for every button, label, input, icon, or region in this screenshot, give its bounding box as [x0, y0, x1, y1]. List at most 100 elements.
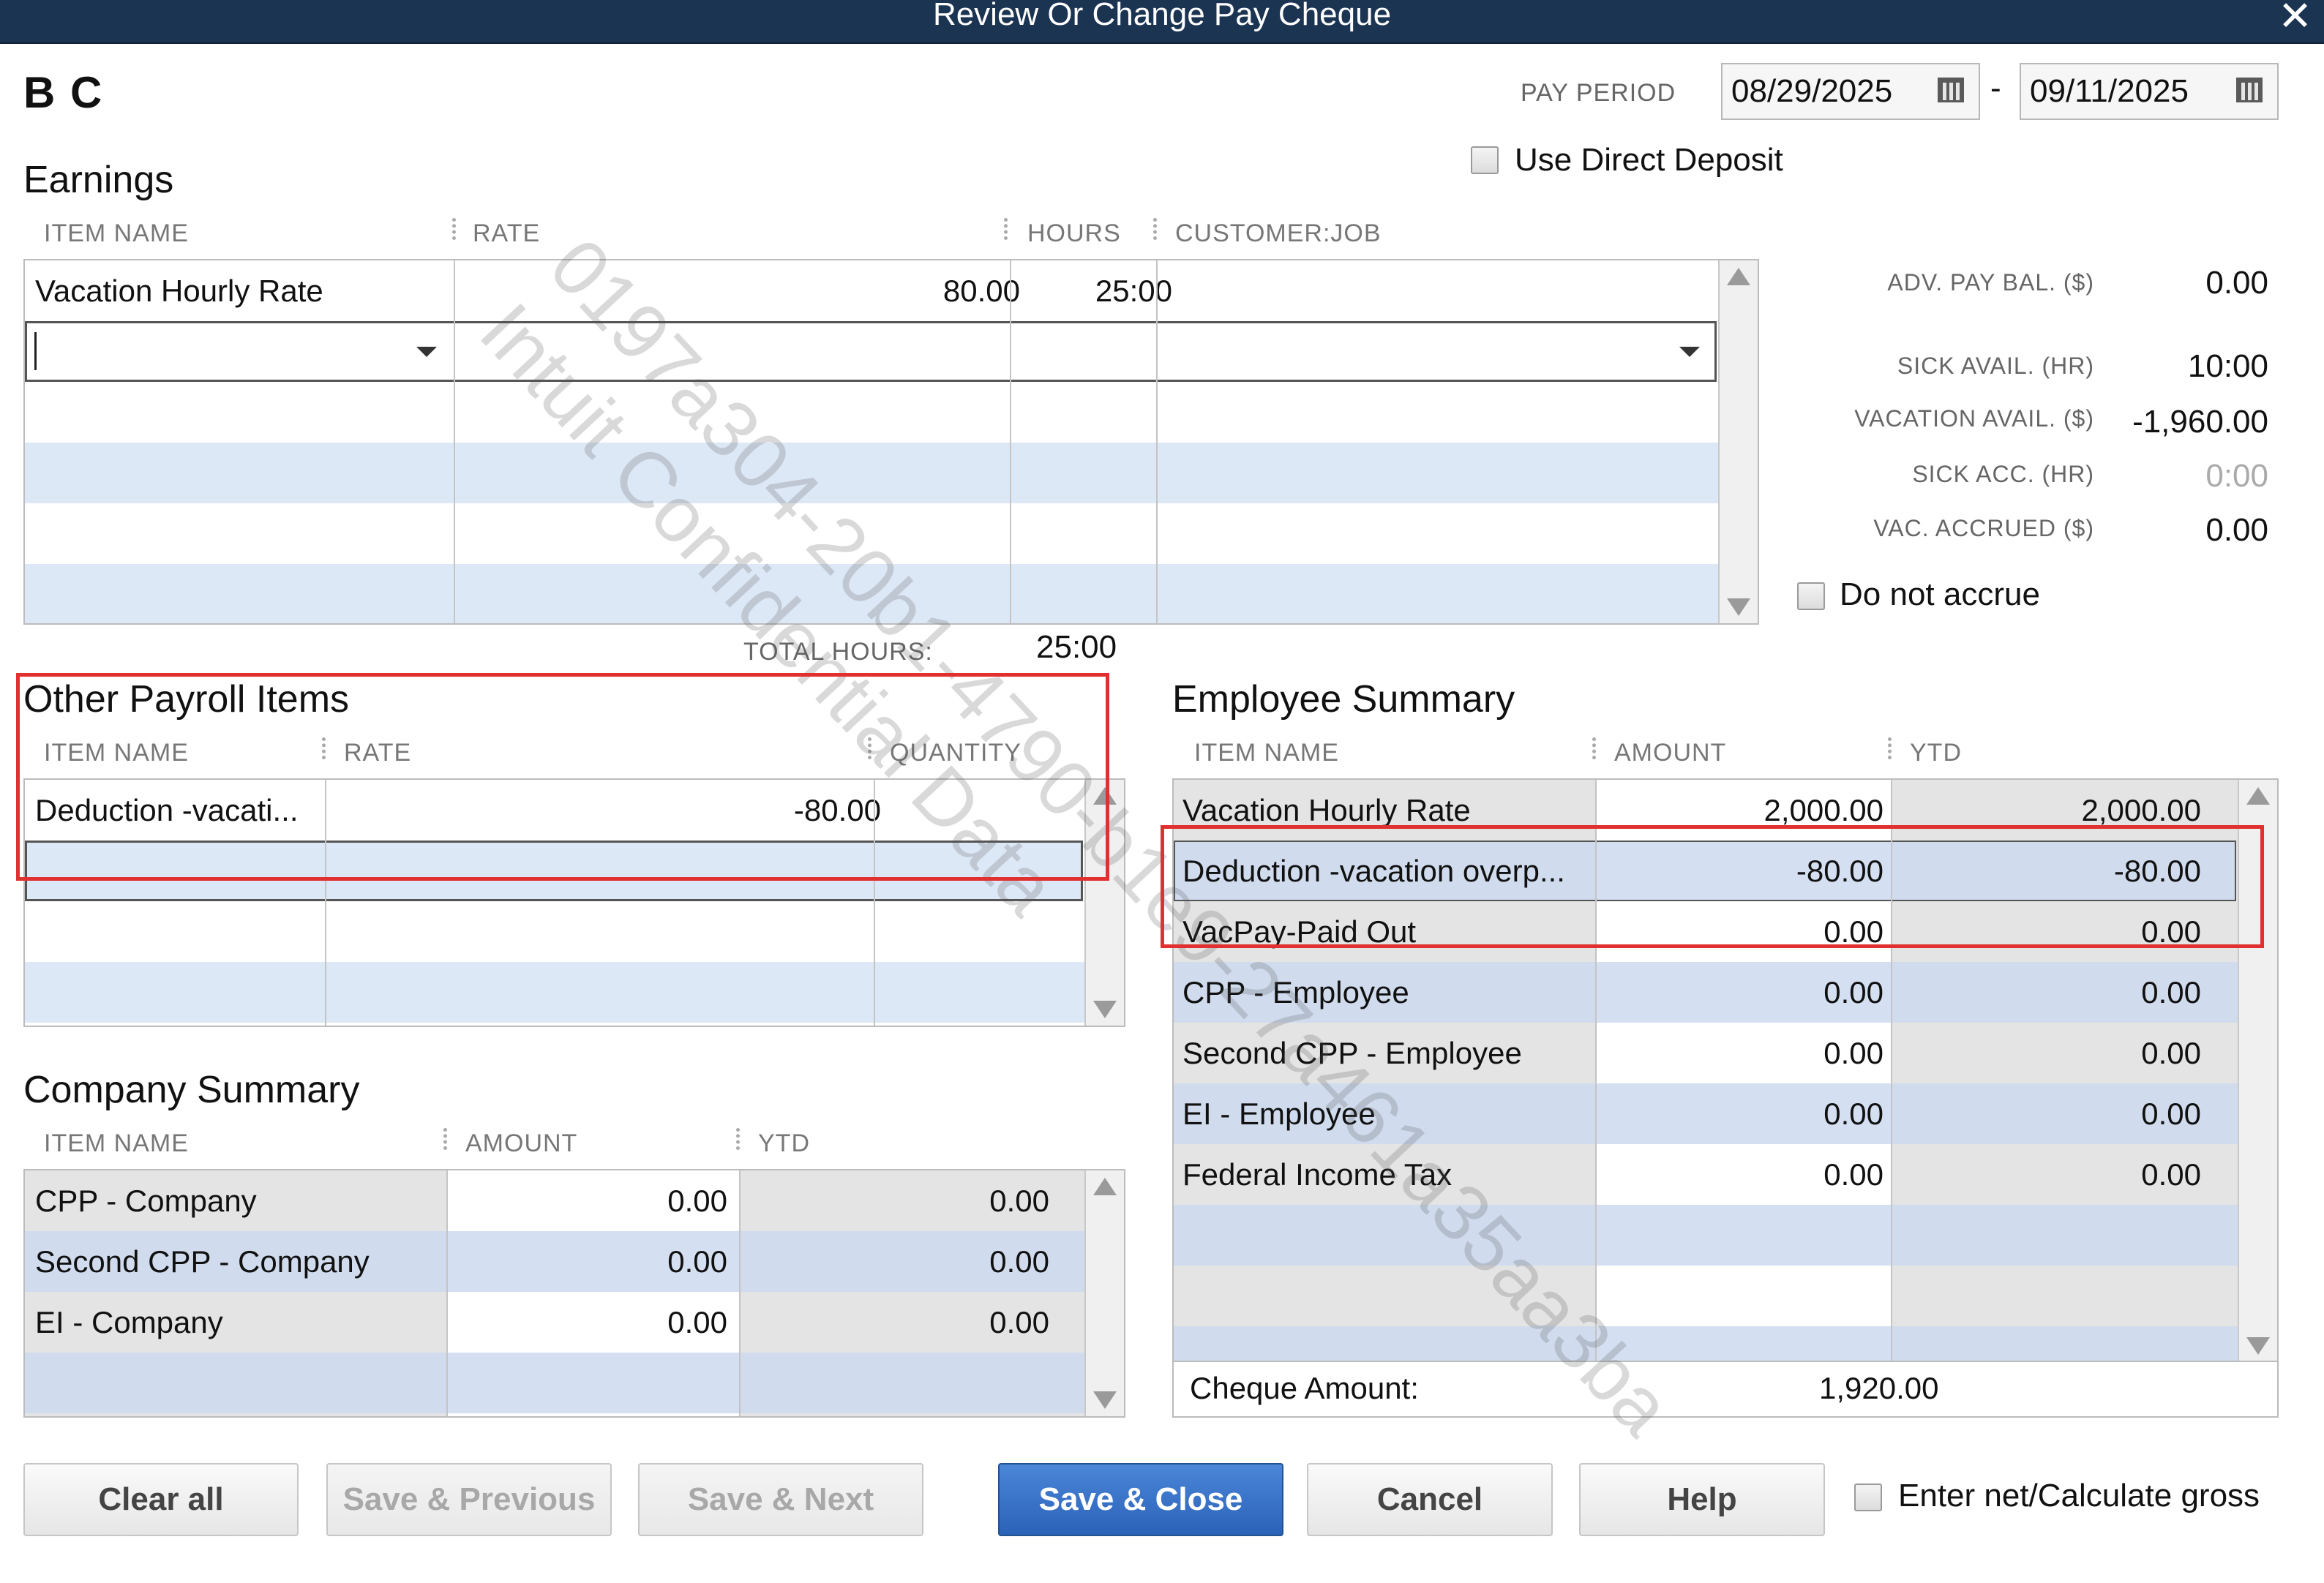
employee-item-name: Federal Income Tax — [1182, 1157, 1452, 1192]
help-button[interactable]: Help — [1579, 1463, 1825, 1536]
employee-amount: 0.00 — [1823, 1097, 1883, 1131]
calendar-icon[interactable] — [1938, 78, 1964, 102]
table-row[interactable] — [25, 901, 1124, 962]
cheque-amount-label: Cheque Amount: — [1190, 1371, 1419, 1405]
company-item-name: CPP - Company — [35, 1184, 257, 1218]
save-next-button[interactable]: Save & Next — [638, 1463, 923, 1536]
save-previous-button[interactable]: Save & Previous — [326, 1463, 612, 1536]
employee-ytd: 2,000.00 — [2081, 793, 2202, 827]
direct-deposit-label: Use Direct Deposit — [1515, 142, 1783, 178]
scroll-up-icon[interactable] — [1727, 268, 1750, 285]
vacation-avail-value: -1,960.00 — [2132, 404, 2268, 440]
scroll-down-icon[interactable] — [1093, 1001, 1117, 1018]
table-row[interactable]: Second CPP - Employee 0.00 0.00 — [1174, 1023, 2277, 1083]
table-row[interactable]: VacPay-Paid Out 0.00 0.00 — [1174, 901, 2277, 962]
other-payroll-col-quantity: QUANTITY — [890, 739, 1022, 767]
table-row[interactable]: Vacation Hourly Rate 80.00 25:00 — [25, 260, 1758, 321]
employee-amount: 0.00 — [1823, 1036, 1883, 1070]
earnings-rate[interactable]: 80.00 — [464, 260, 1020, 321]
window-title: Review Or Change Pay Cheque — [932, 0, 1392, 32]
earnings-col-item: ITEM NAME — [44, 219, 189, 247]
table-row[interactable]: Second CPP - Company 0.00 0.00 — [25, 1231, 1124, 1292]
company-amount: 0.00 — [667, 1305, 727, 1339]
earnings-table: Vacation Hourly Rate 80.00 25:00 — [23, 259, 1759, 625]
text-caret — [34, 332, 37, 370]
table-row[interactable] — [25, 443, 1758, 503]
company-summary-title: Company Summary — [23, 1069, 360, 1111]
employee-ytd: 0.00 — [2141, 914, 2201, 949]
other-payroll-col-item: ITEM NAME — [44, 739, 189, 767]
employee-col-ytd: YTD — [1910, 739, 1962, 767]
employee-amount: 0.00 — [1823, 975, 1883, 1009]
scroll-up-icon[interactable] — [2246, 787, 2270, 805]
job-dropdown-icon[interactable] — [1679, 347, 1700, 357]
other-payroll-rate[interactable]: -80.00 — [340, 780, 881, 841]
company-col-amount: AMOUNT — [465, 1129, 578, 1157]
table-row[interactable]: Vacation Hourly Rate 2,000.00 2,000.00 — [1174, 780, 2277, 841]
table-row[interactable] — [25, 503, 1758, 564]
employee-ytd: 0.00 — [2141, 975, 2201, 1009]
table-row[interactable]: EI - Employee 0.00 0.00 — [1174, 1083, 2277, 1144]
employee-item-name: Second CPP - Employee — [1182, 1036, 1522, 1070]
earnings-col-job: CUSTOMER:JOB — [1175, 219, 1382, 247]
scroll-down-icon[interactable] — [1093, 1391, 1117, 1409]
company-item-name: EI - Company — [35, 1305, 223, 1339]
table-row[interactable]: CPP - Company 0.00 0.00 — [25, 1170, 1124, 1231]
employee-amount: -80.00 — [1796, 854, 1883, 888]
save-close-button[interactable]: Save & Close — [998, 1463, 1283, 1536]
company-ytd: 0.00 — [989, 1305, 1049, 1339]
earnings-col-hours: HOURS — [1027, 219, 1121, 247]
other-payroll-item-name[interactable]: Deduction -vacati... — [35, 780, 328, 841]
employee-ytd: -80.00 — [2113, 854, 2201, 888]
earnings-item-name[interactable]: Vacation Hourly Rate — [35, 260, 445, 321]
employee-item-name: CPP - Employee — [1182, 975, 1409, 1009]
other-payroll-scrollbar[interactable] — [1084, 780, 1124, 1026]
calendar-icon[interactable] — [2236, 78, 2263, 102]
table-row-editing[interactable] — [25, 321, 1717, 382]
employee-col-item: ITEM NAME — [1194, 739, 1339, 767]
clear-all-button[interactable]: Clear all — [23, 1463, 299, 1536]
net-gross-label: Enter net/Calculate gross — [1898, 1478, 2260, 1514]
table-row[interactable] — [25, 382, 1758, 443]
employee-name: B C — [23, 68, 104, 117]
employee-scrollbar[interactable] — [2238, 780, 2277, 1362]
do-not-accrue-checkbox[interactable] — [1797, 582, 1825, 610]
other-payroll-title: Other Payroll Items — [23, 678, 350, 721]
scroll-down-icon[interactable] — [1727, 598, 1750, 616]
table-row[interactable] — [25, 962, 1124, 1023]
table-row[interactable] — [1174, 1205, 2277, 1266]
pay-period-start-field[interactable]: 08/29/2025 — [1721, 63, 1980, 120]
table-row[interactable]: Deduction -vacation overp... -80.00 -80.… — [1174, 841, 2236, 901]
pay-period-end-value: 09/11/2025 — [2030, 73, 2189, 109]
earnings-scrollbar[interactable] — [1718, 260, 1758, 623]
company-col-item: ITEM NAME — [44, 1129, 189, 1157]
table-row[interactable] — [25, 1353, 1124, 1413]
table-row[interactable]: CPP - Employee 0.00 0.00 — [1174, 962, 2277, 1023]
earnings-hours[interactable]: 25:00 — [1013, 260, 1172, 321]
table-row[interactable] — [1174, 1326, 2277, 1362]
scroll-up-icon[interactable] — [1093, 787, 1117, 805]
item-dropdown-icon[interactable] — [416, 347, 437, 357]
direct-deposit-checkbox[interactable] — [1471, 146, 1499, 174]
table-row[interactable]: Federal Income Tax 0.00 0.00 — [1174, 1144, 2277, 1205]
net-gross-checkbox[interactable] — [1854, 1484, 1882, 1511]
close-icon[interactable]: ✕ — [2278, 0, 2312, 37]
pay-period-label: PAY PERIOD — [1521, 79, 1676, 107]
pay-period-end-field[interactable]: 09/11/2025 — [2020, 63, 2279, 120]
sick-avail-label: SICK AVAIL. (HR) — [1897, 353, 2094, 379]
sick-avail-value: 10:00 — [2187, 348, 2268, 384]
table-row[interactable] — [1174, 1266, 2277, 1326]
scroll-down-icon[interactable] — [2246, 1337, 2270, 1355]
cancel-button[interactable]: Cancel — [1307, 1463, 1553, 1536]
employee-item-name: Vacation Hourly Rate — [1182, 793, 1471, 827]
company-amount: 0.00 — [667, 1244, 727, 1279]
table-row[interactable]: Deduction -vacati... -80.00 — [25, 780, 1124, 841]
table-row-editing[interactable] — [25, 841, 1083, 901]
company-scrollbar[interactable] — [1084, 1170, 1124, 1416]
scroll-up-icon[interactable] — [1093, 1178, 1117, 1195]
table-row[interactable]: EI - Company 0.00 0.00 — [25, 1292, 1124, 1353]
table-row[interactable] — [25, 564, 1758, 623]
earnings-title: Earnings — [23, 159, 174, 201]
vacation-avail-label: VACATION AVAIL. ($) — [1854, 405, 2094, 432]
employee-ytd: 0.00 — [2141, 1157, 2201, 1192]
